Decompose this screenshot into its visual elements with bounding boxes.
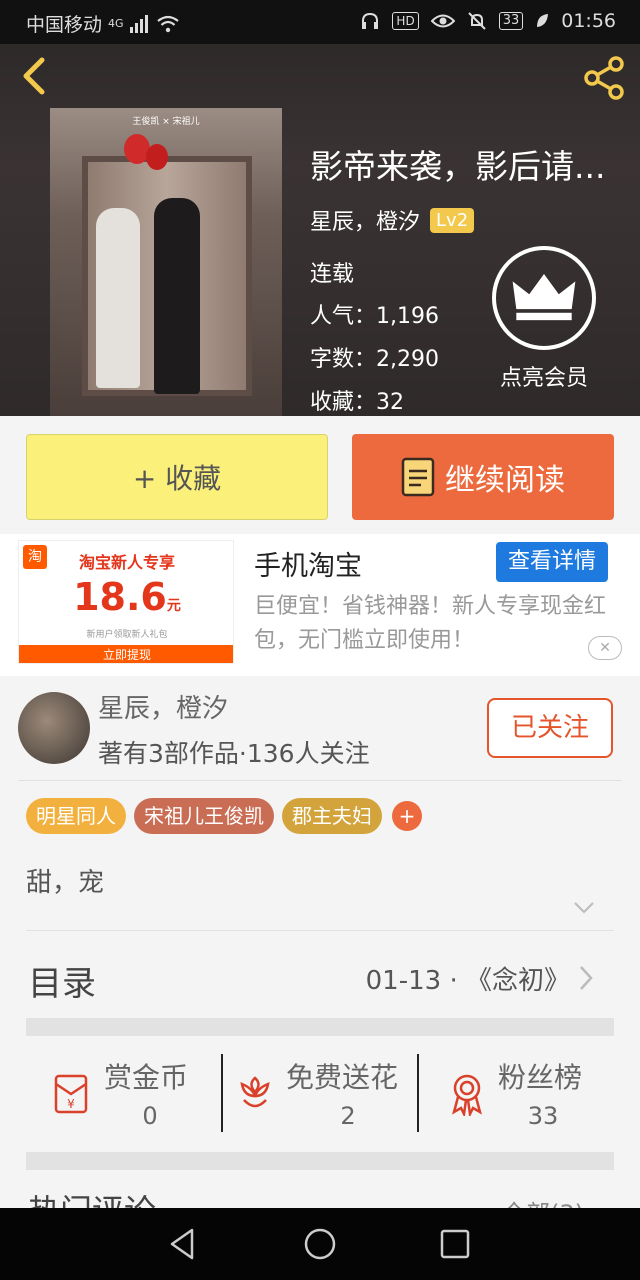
tip-coins-count: 0 [142,1102,158,1130]
ad-title[interactable]: 手机淘宝 [254,544,362,583]
favorite-button[interactable]: + 收藏 [26,434,328,520]
tag-chip[interactable]: 宋祖儿王俊凯 [134,798,274,834]
book-header: 中国移动 4G HD 33 01:56 王俊凯 × 宋祖儿 影帝来袭，影后请..… [0,0,640,416]
svg-text:¥: ¥ [67,1097,75,1111]
signal-icon [129,14,148,33]
cover-figure [154,198,200,394]
cover-figure [96,208,140,388]
crown-icon[interactable] [492,246,596,350]
system-nav-bar [0,1208,640,1280]
ad-price: 18.6元 [73,575,181,619]
network-label: 4G [108,17,124,30]
follow-button[interactable]: 已关注 [487,698,613,758]
fan-ranking-count: 33 [527,1102,559,1130]
avatar[interactable] [18,692,90,764]
mute-bell-icon [467,12,486,30]
back-arrow-icon[interactable] [16,56,56,96]
medal-icon [452,1074,482,1116]
action-bar: ¥ 赏金币 0 免费送花 2 粉丝榜 33 [0,1046,640,1152]
book-title: 影帝来袭，影后请... [310,147,606,186]
book-cover[interactable]: 王俊凯 × 宋祖儿 [50,108,282,416]
ad-image-title: 淘宝新人专享 [78,553,175,572]
red-envelope-icon: ¥ [54,1074,88,1114]
fan-ranking-label: 粉丝榜 [498,1061,583,1094]
nav-home-icon[interactable] [302,1226,338,1262]
add-tag-button[interactable]: + [392,801,422,831]
hd-badge: HD [392,12,419,30]
level-badge: Lv2 [430,207,475,233]
all-comments-link[interactable]: 全部(3) [502,1194,584,1208]
continue-reading-button[interactable]: 继续阅读 [352,434,614,520]
continue-reading-label: 继续阅读 [445,463,565,498]
wifi-icon [156,15,179,32]
ad-banner[interactable]: 淘 淘宝新人专享 18.6元 新用户领取新人礼包 立即提现 手机淘宝 查看详情 … [0,534,640,676]
tag-chip[interactable]: 明星同人 [26,798,126,834]
ad-image-cta[interactable]: 立即提现 [19,645,233,663]
divider [18,780,622,781]
main-content: + 收藏 继续阅读 淘 淘宝新人专享 18.6元 新用户领取新人礼包 立即提现 … [0,416,640,1208]
divider [221,1054,223,1132]
nav-back-icon[interactable] [164,1226,200,1262]
clock: 01:56 [561,10,616,32]
section-separator [26,1152,614,1170]
author-name[interactable]: 星辰，橙汐 [98,688,228,725]
book-popularity: 人气：1,196 [310,304,439,329]
nav-recents-icon[interactable] [437,1226,473,1262]
author-card[interactable]: 星辰，橙汐 著有3部作品·136人关注 已关注 [0,676,640,782]
book-status: 连载 [310,262,355,287]
chevron-down-icon[interactable] [572,900,596,916]
book-author[interactable]: 星辰，橙汐 [310,204,420,236]
cover-caption-right: 宋祖儿 [172,117,200,127]
divider [417,1054,419,1132]
send-flower-button[interactable]: 免费送花 2 [232,1054,412,1144]
send-flower-count: 2 [340,1102,356,1130]
book-icon [401,457,435,497]
flower-icon [240,1076,270,1108]
share-icon[interactable] [580,54,628,102]
tag-list: 明星同人 宋祖儿王俊凯 郡主夫妇 + [26,798,422,834]
eye-icon [430,14,455,28]
ad-close-button[interactable]: ✕ [588,636,622,660]
book-word-count: 字数：2,290 [310,347,439,372]
headset-icon [362,12,379,29]
tag-chip[interactable]: 郡主夫妇 [282,798,382,834]
table-of-contents-row[interactable]: 目录 01-13 · 《念初》 [0,946,640,1020]
divider [26,930,614,931]
cover-balloon [146,144,168,170]
carrier-label: 中国移动 [26,14,103,36]
book-description: 甜，宠 [26,868,105,898]
hot-comments-title: 热门评论 [28,1186,156,1208]
tip-coins-label: 赏金币 [104,1061,189,1094]
leaf-icon [537,14,549,27]
ad-detail-button[interactable]: 查看详情 [496,542,608,582]
ad-description: 巨便宜！省钱神器！新人专享现金红包，无门槛立即使用！ [254,594,607,653]
fan-ranking-button[interactable]: 粉丝榜 33 [444,1054,614,1144]
tip-coins-button[interactable]: ¥ 赏金币 0 [50,1054,220,1144]
ad-image[interactable]: 淘 淘宝新人专享 18.6元 新用户领取新人礼包 立即提现 [18,540,234,664]
book-favorites: 收藏：32 [310,390,404,415]
ad-image-sub: 新用户领取新人礼包 [86,630,168,640]
latest-chapter: 01-13 · 《念初》 [365,966,570,996]
battery-indicator: 33 [498,12,524,30]
toc-label: 目录 [28,964,96,1004]
author-stats: 著有3部作品·136人关注 [98,739,370,768]
section-separator [26,1018,614,1036]
vip-label[interactable]: 点亮会员 [486,360,602,392]
send-flower-label: 免费送花 [286,1061,399,1094]
cover-caption-left: 王俊凯 [132,117,160,127]
author-row: 星辰，橙汐 Lv2 [310,204,475,236]
chevron-right-icon [580,966,593,990]
status-bar: 中国移动 4G HD 33 01:56 [0,0,640,44]
